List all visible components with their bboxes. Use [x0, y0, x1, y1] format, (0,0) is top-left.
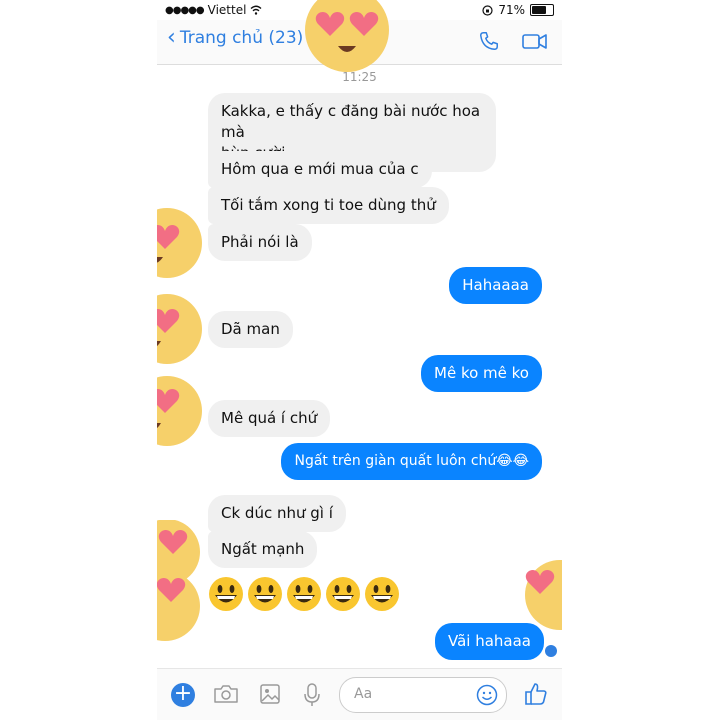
heart-eyes-emoji-sticker — [157, 294, 202, 364]
message-text: Ngất trên giàn quất luôn chứ😂😂 — [294, 453, 529, 469]
heart-eyes-emoji-sticker — [157, 208, 202, 278]
heart-eyes-emoji-sticker — [157, 571, 200, 641]
grinning-emoji — [287, 577, 321, 611]
wifi-icon — [250, 5, 262, 15]
video-icon[interactable] — [522, 30, 548, 52]
message-bubble[interactable]: Ngất mạnh — [208, 531, 318, 568]
message-text: Ngất mạnh — [221, 540, 305, 558]
orientation-lock-icon — [482, 4, 493, 16]
message-text: Vãi hahaaa — [447, 632, 531, 650]
message-text: Mê quá í chứ — [221, 409, 318, 427]
battery-group: 71% — [482, 3, 554, 17]
back-chevron-icon: ‹ — [167, 25, 176, 50]
message-bubble[interactable]: Tối tắm xong ti toe dùng thử — [208, 187, 449, 224]
grinning-emoji — [209, 577, 243, 611]
thumbs-up-icon[interactable] — [523, 681, 549, 707]
message-input[interactable]: Aa — [339, 677, 507, 713]
message-timestamp: 11:25 — [342, 70, 377, 84]
heart-eyes-emoji-sticker — [305, 0, 389, 72]
message-text: Kakka, e thấy c đăng bài nước hoa mà — [221, 102, 481, 141]
microphone-icon[interactable] — [303, 683, 321, 707]
signal-icon: ●●●●● — [165, 4, 205, 16]
call-actions — [478, 30, 548, 52]
message-text: Phải nói là — [221, 233, 299, 251]
message-bubble[interactable]: Hôm qua e mới mua của c — [208, 151, 432, 188]
message-text: Mê ko mê ko — [434, 364, 529, 382]
battery-percent: 71% — [498, 3, 525, 17]
camera-icon[interactable] — [213, 683, 239, 705]
emoji-message[interactable]: 😀😀😀😀😀 — [208, 576, 408, 614]
message-bubble[interactable]: Mê ko mê ko — [421, 355, 542, 392]
emoji-icon[interactable] — [476, 684, 498, 706]
message-bubble[interactable]: Phải nói là — [208, 224, 312, 261]
message-text: Hôm qua e mới mua của c — [221, 160, 419, 178]
heart-eyes-emoji-sticker — [525, 560, 562, 630]
carrier-group: ●●●●● Viettel — [165, 3, 262, 17]
battery-icon — [530, 4, 554, 16]
back-button[interactable]: ‹ Trang chủ (23) — [167, 25, 304, 50]
grinning-emoji — [248, 577, 282, 611]
messenger-screen: ●●●●● Viettel 27 71% ‹ Trang chủ (23) — [157, 0, 562, 720]
message-input-placeholder: Aa — [354, 686, 373, 702]
seen-indicator-icon — [545, 645, 557, 657]
carrier-name: Viettel — [207, 3, 247, 17]
message-bubble[interactable]: Dã man — [208, 311, 293, 348]
grinning-emoji — [326, 577, 360, 611]
grinning-emoji — [365, 577, 399, 611]
back-label: Trang chủ (23) — [179, 28, 304, 48]
message-text: Tối tắm xong ti toe dùng thử — [221, 196, 436, 214]
message-bubble[interactable]: Mê quá í chứ — [208, 400, 331, 437]
battery-fill — [532, 6, 546, 14]
message-bubble[interactable]: Ngất trên giàn quất luôn chứ😂😂 — [281, 443, 542, 480]
photo-icon[interactable] — [259, 683, 281, 705]
message-bubble[interactable]: Ck dúc như gì í — [208, 495, 346, 532]
message-bubble[interactable]: Hahaaaa — [449, 267, 542, 304]
composer-bar: + Aa — [157, 668, 562, 720]
message-text: Ck dúc như gì í — [221, 504, 333, 522]
heart-eyes-emoji-sticker — [157, 376, 202, 446]
plus-icon[interactable]: + — [171, 683, 195, 707]
message-text: Hahaaaa — [462, 276, 529, 294]
message-text: Dã man — [221, 320, 280, 338]
phone-icon[interactable] — [478, 30, 500, 52]
